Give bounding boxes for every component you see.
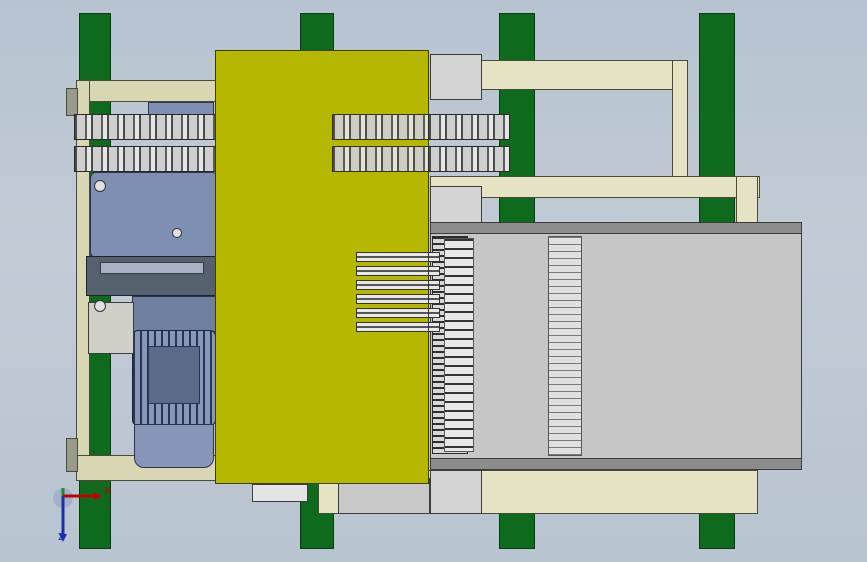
axis-x-label: X	[104, 486, 111, 497]
plate-chain-window-lower	[332, 146, 429, 172]
bolt	[172, 228, 182, 238]
upper-arm	[480, 60, 688, 90]
bearing-block-bottom	[430, 470, 482, 514]
plate-finger-window	[356, 322, 429, 332]
plate-finger-window	[356, 266, 429, 276]
axis-z-label: Z	[58, 532, 65, 543]
bottom-mount	[252, 484, 308, 502]
plate-chain-window-upper	[332, 114, 429, 140]
bearing-block-mid	[430, 186, 482, 224]
conveyor-belt	[430, 222, 802, 470]
bearing-block-top	[430, 54, 482, 100]
motor-end-cap	[134, 424, 214, 468]
side-bracket-top	[66, 88, 78, 116]
gearbox-housing	[90, 172, 218, 258]
belt-edge-top	[430, 222, 802, 234]
plate-finger-window	[356, 308, 429, 318]
right-frame-upper	[736, 176, 758, 224]
shaft-coupling	[100, 262, 204, 274]
belt-edge-bottom	[430, 458, 802, 470]
side-bracket-bottom	[66, 438, 78, 472]
drive-chain-upper	[74, 114, 216, 140]
frame-rail-top	[76, 80, 216, 102]
plate-finger-window	[356, 252, 429, 262]
motor-terminal-box	[148, 346, 200, 404]
bolt	[94, 300, 106, 312]
reducer-body	[132, 296, 218, 332]
bolt	[94, 180, 106, 192]
timing-belt-strip	[444, 238, 474, 452]
plate-finger-window	[356, 280, 429, 290]
drive-chain-lower	[74, 146, 216, 172]
plate-finger-window	[356, 294, 429, 304]
timing-belt-center	[548, 236, 582, 456]
